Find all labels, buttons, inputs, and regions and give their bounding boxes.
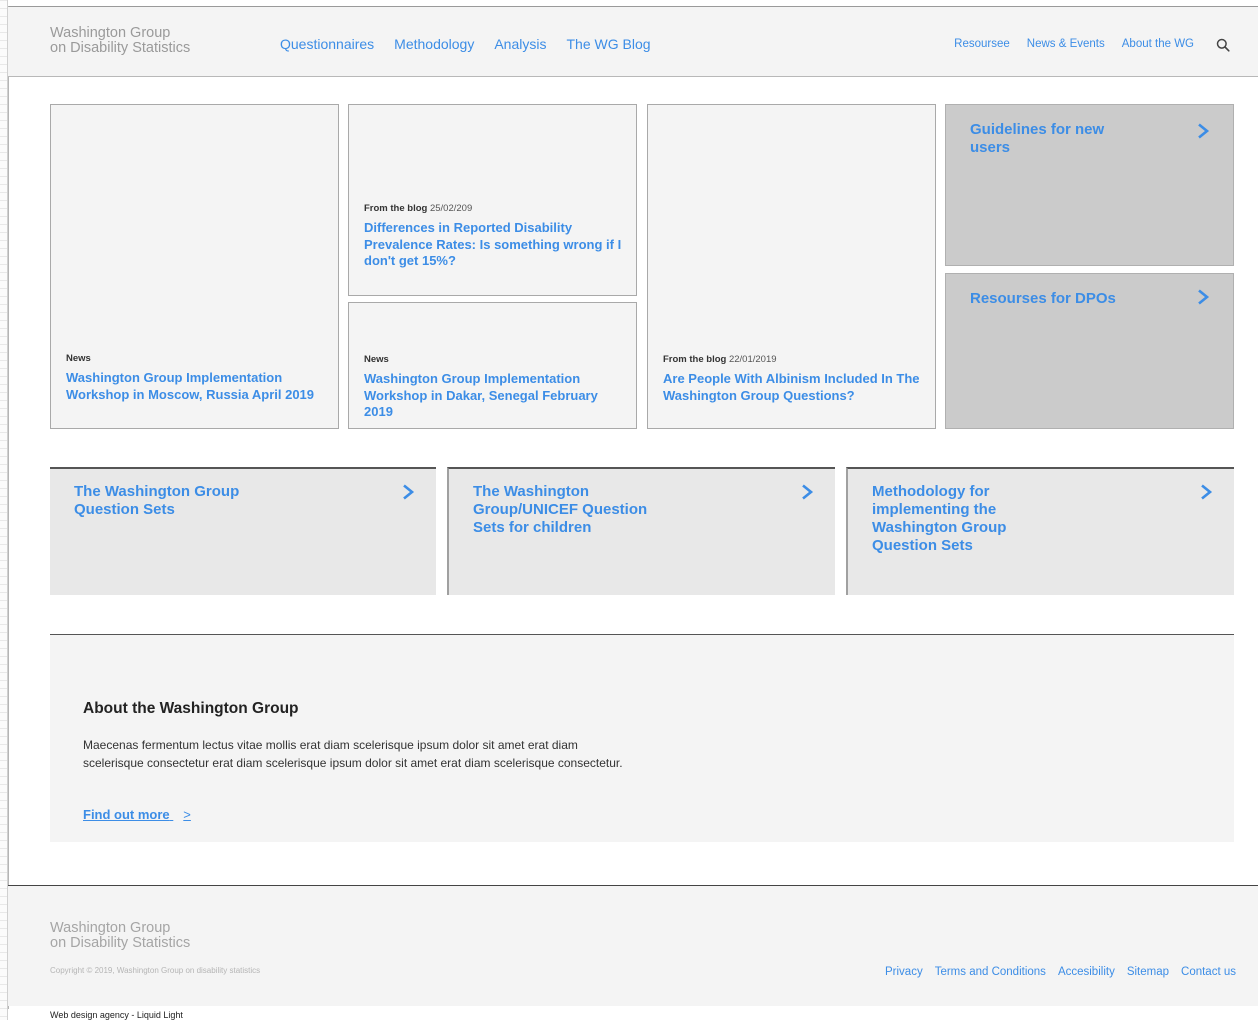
footer-nav: Privacy Terms and Conditions Accesibilit… bbox=[885, 966, 1236, 978]
card-category: News bbox=[364, 354, 389, 365]
footer-logo-line-2: on Disability Statistics bbox=[50, 935, 191, 951]
tile-title: Guidelines for new users bbox=[970, 121, 1105, 156]
about-body: Maecenas fermentum lectus vitae mollis e… bbox=[83, 738, 623, 770]
tile-title: The Washington Group/UNICEF Question Set… bbox=[473, 483, 648, 536]
nav-wg-blog[interactable]: The WG Blog bbox=[566, 36, 650, 52]
card-category: From the blog 22/01/2019 bbox=[663, 354, 777, 365]
nav-analysis[interactable]: Analysis bbox=[494, 36, 546, 52]
nav-news-events[interactable]: News & Events bbox=[1027, 38, 1105, 50]
nav-resources[interactable]: Resoursee bbox=[954, 38, 1010, 50]
footer-logo[interactable]: Washington Group on Disability Statistic… bbox=[50, 921, 190, 951]
question-sets-tile[interactable]: The Washington Group Question Sets bbox=[50, 467, 436, 595]
copyright-text: Copyright © 2019, Washington Group on di… bbox=[50, 966, 261, 975]
chevron-right-icon bbox=[403, 484, 415, 500]
methodology-tile[interactable]: Methodology for implementing the Washing… bbox=[846, 467, 1234, 595]
main-nav: Questionnaires Methodology Analysis The … bbox=[280, 36, 651, 52]
card-category: From the blog 25/02/209 bbox=[364, 203, 473, 214]
resources-tile[interactable]: Resourses for DPOs bbox=[945, 273, 1234, 429]
about-section: About the Washington Group Maecenas ferm… bbox=[50, 634, 1234, 842]
card-title[interactable]: Washington Group Implementation Workshop… bbox=[66, 370, 326, 403]
secondary-nav: Resoursee News & Events About the WG bbox=[954, 38, 1194, 50]
nav-questionnaires[interactable]: Questionnaires bbox=[280, 36, 374, 52]
site-header: Washington Group on Disability Statistic… bbox=[8, 7, 1258, 77]
footer-link-accessibility[interactable]: Accesibility bbox=[1058, 966, 1115, 978]
card-title[interactable]: Are People With Albinism Included In The… bbox=[663, 371, 923, 404]
chevron-right-icon bbox=[1201, 484, 1213, 500]
blog-card-albinism[interactable]: From the blog 22/01/2019 Are People With… bbox=[647, 104, 936, 429]
news-card-dakar[interactable]: News Washington Group Implementation Wor… bbox=[348, 302, 637, 429]
about-heading: About the Washington Group bbox=[83, 700, 299, 717]
site-footer: Washington Group on Disability Statistic… bbox=[8, 885, 1258, 1006]
logo-line-1: Washington Group bbox=[50, 25, 171, 41]
chevron-right-icon bbox=[1198, 289, 1210, 305]
unicef-question-sets-tile[interactable]: The Washington Group/UNICEF Question Set… bbox=[447, 467, 835, 595]
nav-about-wg[interactable]: About the WG bbox=[1122, 38, 1194, 50]
find-out-more-label: Find out more bbox=[83, 807, 170, 822]
search-icon[interactable] bbox=[1216, 38, 1230, 52]
chevron-right-icon bbox=[802, 484, 814, 500]
tile-title: Methodology for implementing the Washing… bbox=[872, 483, 1007, 554]
guidelines-tile[interactable]: Guidelines for new users bbox=[945, 104, 1234, 266]
card-date: 22/01/2019 bbox=[728, 354, 777, 365]
site-logo[interactable]: Washington Group on Disability Statistic… bbox=[50, 26, 270, 56]
blog-card-prevalence[interactable]: From the blog 25/02/209 Differences in R… bbox=[348, 104, 637, 296]
tile-title: Resourses for DPOs bbox=[970, 290, 1116, 307]
footer-link-sitemap[interactable]: Sitemap bbox=[1127, 966, 1169, 978]
card-title[interactable]: Differences in Reported Disability Preva… bbox=[364, 220, 624, 270]
card-date: 25/02/209 bbox=[429, 203, 473, 214]
chevron-right-icon: > bbox=[183, 807, 191, 822]
footer-link-contact[interactable]: Contact us bbox=[1181, 966, 1236, 978]
tile-title: The Washington Group Question Sets bbox=[74, 483, 240, 518]
card-category: News bbox=[66, 353, 91, 364]
news-card-moscow[interactable]: News Washington Group Implementation Wor… bbox=[50, 104, 339, 429]
footer-link-terms[interactable]: Terms and Conditions bbox=[935, 966, 1046, 978]
logo-line-2: on Disability Statistics bbox=[50, 40, 191, 56]
agency-credit-link[interactable]: Web design agency - Liquid Light bbox=[50, 1010, 183, 1020]
chevron-right-icon bbox=[1198, 123, 1210, 139]
footer-logo-line-1: Washington Group bbox=[50, 920, 171, 936]
nav-methodology[interactable]: Methodology bbox=[394, 36, 474, 52]
ruler bbox=[0, 0, 8, 1020]
footer-link-privacy[interactable]: Privacy bbox=[885, 966, 923, 978]
find-out-more-link[interactable]: Find out more > bbox=[83, 807, 191, 822]
card-title[interactable]: Washington Group Implementation Workshop… bbox=[364, 371, 624, 421]
